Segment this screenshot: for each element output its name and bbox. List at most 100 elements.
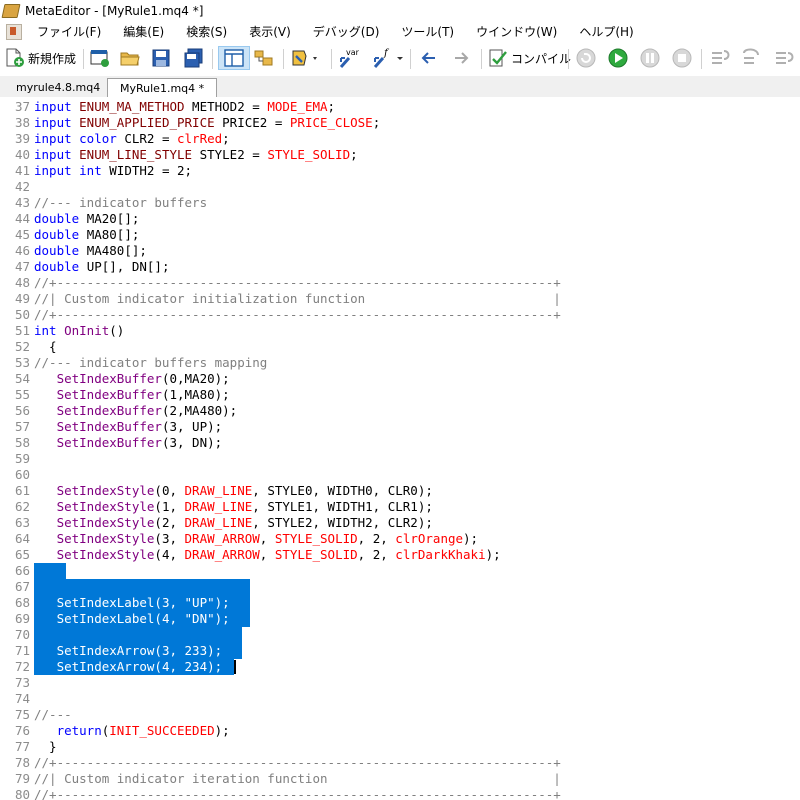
open-folder-button[interactable] [119, 47, 141, 69]
bookmarks-dropdown[interactable] [290, 47, 320, 69]
code-line[interactable]: 53 //--- indicator buffers mapping [0, 355, 800, 371]
toolbar-separator [701, 49, 702, 69]
folder-icon [120, 52, 140, 66]
insert-variable-button[interactable]: var [337, 47, 363, 69]
menu-edit[interactable]: 編集(E) [112, 22, 175, 42]
code-line[interactable]: 61 SetIndexStyle(0, DRAW_LINE, STYLE0, W… [0, 483, 800, 499]
play-icon [608, 48, 628, 68]
toolbox-toggle-button[interactable] [253, 47, 275, 69]
step-over-button[interactable] [740, 47, 764, 69]
code-line[interactable]: 58 SetIndexBuffer(3, DN); [0, 435, 800, 451]
navigator-toggle-button[interactable] [218, 46, 250, 70]
code-token: DRAW_ARROW [184, 531, 260, 546]
menu-view[interactable]: 表示(V) [238, 22, 302, 42]
code-line[interactable]: 62 SetIndexStyle(1, DRAW_LINE, STYLE1, W… [0, 499, 800, 515]
code-line[interactable]: 60 [0, 467, 800, 483]
code-text: SetIndexLabel(4, "DN"); [34, 611, 230, 627]
line-number: 43 [14, 195, 30, 210]
code-line[interactable]: 41 input int WIDTH2 = 2; [0, 163, 800, 179]
code-token: MA20[]; [86, 211, 140, 226]
step-into-icon [712, 50, 730, 64]
code-line[interactable]: 49 //| Custom indicator initialization fu… [0, 291, 800, 307]
code-line[interactable]: 37 input ENUM_MA_METHOD METHOD2 = MODE_EM… [0, 99, 800, 115]
code-text: input color CLR2 = clrRed; [34, 131, 230, 147]
menu-file[interactable]: ファイル(F) [26, 22, 112, 42]
menu-window[interactable]: ウインドウ(W) [465, 22, 568, 42]
code-token: (4, 234); [154, 659, 223, 674]
code-line[interactable]: 51 int OnInit() [0, 323, 800, 339]
code-line[interactable]: 72 SetIndexArrow(4, 234); [0, 659, 800, 675]
code-line[interactable]: 69 SetIndexLabel(4, "DN"); [0, 611, 800, 627]
code-line[interactable]: 66 [0, 563, 800, 579]
pause-debug-button[interactable] [639, 47, 661, 69]
code-line[interactable]: 79 //| Custom indicator iteration functio… [0, 771, 800, 787]
code-line[interactable]: 78 //+-----------------------------------… [0, 755, 800, 771]
code-token: //--- indicator buffers [34, 195, 208, 210]
code-line[interactable]: 65 SetIndexStyle(4, DRAW_ARROW, STYLE_SO… [0, 547, 800, 563]
step-into-button[interactable] [708, 47, 732, 69]
code-line[interactable]: 43 //--- indicator buffers [0, 195, 800, 211]
code-line[interactable]: 55 SetIndexBuffer(1,MA80); [0, 387, 800, 403]
code-line[interactable]: 71 SetIndexArrow(3, 233); [0, 643, 800, 659]
save-button[interactable] [151, 47, 171, 69]
code-line[interactable]: 77 } [0, 739, 800, 755]
code-line[interactable]: 44 double MA20[]; [0, 211, 800, 227]
compile-button[interactable]: コンパイル [487, 47, 571, 69]
step-out-button[interactable] [772, 47, 796, 69]
code-text: SetIndexStyle(1, DRAW_LINE, STYLE1, WIDT… [34, 499, 433, 515]
back-button[interactable] [418, 47, 440, 69]
code-line[interactable]: 54 SetIndexBuffer(0,MA20); [0, 371, 800, 387]
code-line[interactable]: 67 [0, 579, 800, 595]
code-line[interactable]: 52 { [0, 339, 800, 355]
code-line[interactable]: 57 SetIndexBuffer(3, UP); [0, 419, 800, 435]
code-token: ENUM_LINE_STYLE [79, 147, 193, 162]
document-menu-icon[interactable] [6, 24, 22, 40]
menu-tools[interactable]: ツール(T) [390, 22, 465, 42]
code-text: SetIndexStyle(0, DRAW_LINE, STYLE0, WIDT… [34, 483, 433, 499]
stop-debug-button[interactable] [671, 47, 693, 69]
code-line[interactable]: 64 SetIndexStyle(3, DRAW_ARROW, STYLE_SO… [0, 531, 800, 547]
line-number: 66 [14, 563, 30, 578]
code-line[interactable]: 47 double UP[], DN[]; [0, 259, 800, 275]
code-token: MODE_EMA [267, 99, 328, 114]
code-line[interactable]: 76 return(INIT_SUCCEEDED); [0, 723, 800, 739]
menu-debug[interactable]: デバッグ(D) [302, 22, 391, 42]
code-line[interactable]: 46 double MA480[]; [0, 243, 800, 259]
mql5-button[interactable] [89, 47, 111, 69]
code-line[interactable]: 70 [0, 627, 800, 643]
menu-help[interactable]: ヘルプ(H) [568, 22, 644, 42]
new-file-button[interactable]: 新規作成 [4, 47, 76, 69]
save-all-button[interactable] [183, 47, 205, 69]
line-number: 41 [14, 163, 30, 178]
code-line[interactable]: 75 //--- [0, 707, 800, 723]
code-line[interactable]: 48 //+-----------------------------------… [0, 275, 800, 291]
tab-myrule4-8[interactable]: myrule4.8.mq4 [4, 78, 112, 97]
code-line[interactable]: 56 SetIndexBuffer(2,MA480); [0, 403, 800, 419]
code-token: input int [34, 163, 110, 178]
code-token: SetIndexLabel [34, 611, 155, 626]
code-line[interactable]: 45 double MA80[]; [0, 227, 800, 243]
code-line[interactable]: 38 input ENUM_APPLIED_PRICE PRICE2 = PRIC… [0, 115, 800, 131]
tab-myrule1[interactable]: MyRule1.mq4 * [107, 78, 218, 99]
code-token: ; [372, 115, 381, 130]
code-line[interactable]: 63 SetIndexStyle(2, DRAW_LINE, STYLE2, W… [0, 515, 800, 531]
insert-function-dropdown[interactable]: f [371, 47, 407, 69]
code-editor[interactable]: 37 input ENUM_MA_METHOD METHOD2 = MODE_EM… [0, 97, 800, 800]
code-line[interactable]: 40 input ENUM_LINE_STYLE STYLE2 = STYLE_S… [0, 147, 800, 163]
code-line[interactable]: 59 [0, 451, 800, 467]
forward-button[interactable] [450, 47, 472, 69]
code-line[interactable]: 73 [0, 675, 800, 691]
code-token: } [34, 739, 57, 754]
start-debug-button[interactable] [607, 47, 629, 69]
code-line[interactable]: 68 SetIndexLabel(3, "UP"); [0, 595, 800, 611]
code-line[interactable]: 74 [0, 691, 800, 707]
line-number: 47 [14, 259, 30, 274]
menu-search[interactable]: 検索(S) [175, 22, 238, 42]
restart-debug-button[interactable] [575, 47, 597, 69]
variable-icon: var [339, 48, 360, 68]
code-line[interactable]: 42 [0, 179, 800, 195]
code-line[interactable]: 50 //+-----------------------------------… [0, 307, 800, 323]
code-line[interactable]: 39 input color CLR2 = clrRed; [0, 131, 800, 147]
code-line[interactable]: 80 //+-----------------------------------… [0, 787, 800, 800]
code-token: //+-------------------------------------… [34, 307, 561, 322]
